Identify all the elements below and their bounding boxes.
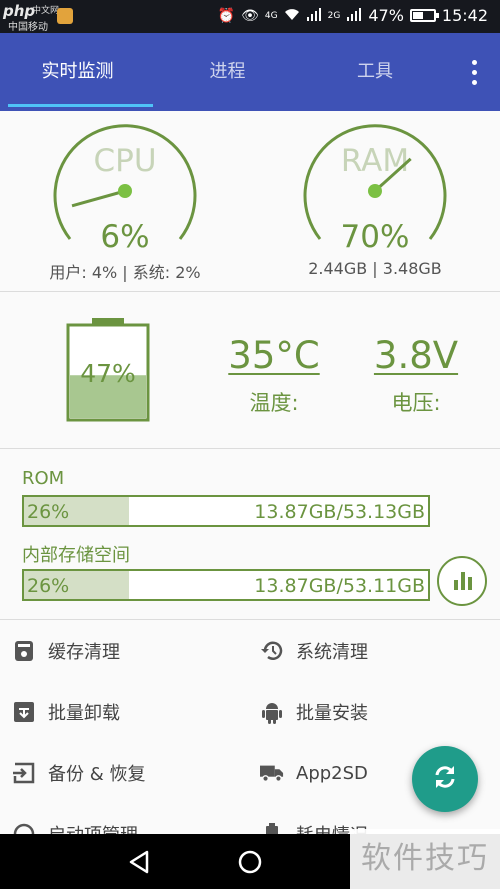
uninstall-icon: [12, 700, 36, 724]
home-icon[interactable]: [238, 850, 262, 878]
truck-icon: [260, 761, 284, 785]
internal-storage-size: 13.87GB/53.11GB: [254, 575, 425, 597]
battery-icon: [409, 9, 439, 22]
notification-app-icon: [57, 8, 73, 24]
backup-icon: [12, 761, 36, 785]
voltage-value: 3.8V: [373, 334, 459, 377]
php-logo-small: 中文网: [32, 6, 60, 16]
cpu-needle: [71, 189, 126, 208]
rom-usage-size: 13.87GB/53.13GB: [254, 501, 425, 523]
trash-icon: [12, 639, 36, 663]
cpu-needle-hub: [118, 184, 132, 198]
tool-backup-restore[interactable]: 备份 & 恢复: [12, 753, 145, 793]
cpu-usage-detail: 用户: 4% | 系统: 2%: [49, 263, 201, 282]
storage-section: ROM 26% 13.87GB/53.13GB 内部存储空间 26% 13.87…: [0, 449, 500, 619]
tool-label: 系统清理: [296, 642, 368, 663]
history-icon: [260, 639, 284, 663]
ram-needle-hub: [368, 184, 382, 198]
gauges-section: CPU RAM 6% 用户: 4% | 系统: 2% 70% 2.44GB | …: [0, 111, 500, 291]
bar-chart-icon[interactable]: [437, 556, 487, 606]
network-2g-icon: 2G: [327, 10, 341, 21]
tool-batch-install[interactable]: 批量安装: [260, 692, 368, 732]
back-icon[interactable]: [128, 850, 150, 878]
internal-storage-title: 内部存储空间: [22, 545, 130, 566]
tab-indicator: [8, 104, 153, 107]
overflow-menu-icon[interactable]: [466, 60, 482, 86]
temperature-label: 温度:: [249, 391, 299, 415]
clock-time: 15:42: [441, 6, 488, 25]
carrier-name: 中国移动: [8, 22, 48, 33]
network-4g-icon: 4G: [264, 10, 278, 21]
watermark-text: 软件技巧: [350, 829, 500, 889]
ram-gauge-title: RAM: [341, 143, 409, 179]
internal-storage-bar: 26% 13.87GB/53.11GB: [22, 569, 430, 601]
tool-label: 备份 & 恢复: [48, 764, 146, 785]
signal-icon: [306, 7, 322, 25]
eye-icon: 👁: [241, 7, 259, 24]
tool-label: 批量安装: [296, 703, 368, 724]
tool-system-clean[interactable]: 系统清理: [260, 631, 368, 671]
android-icon: [260, 700, 284, 724]
ram-usage-value: 70%: [340, 219, 410, 255]
rom-usage-bar: 26% 13.87GB/53.13GB: [22, 495, 430, 527]
tool-app2sd[interactable]: App2SD: [260, 753, 368, 793]
tool-batch-uninstall[interactable]: 批量卸载: [12, 692, 120, 732]
tool-label: 缓存清理: [48, 642, 120, 663]
cpu-usage-value: 6%: [100, 219, 150, 255]
alarm-icon: ⏰: [217, 7, 236, 24]
tool-label: App2SD: [296, 762, 368, 784]
tool-cache-clean[interactable]: 缓存清理: [12, 631, 120, 671]
battery-level-value: 47%: [80, 359, 136, 388]
voltage-label: 电压:: [391, 391, 441, 415]
tool-label: 批量卸载: [48, 703, 120, 724]
tab-realtime-monitor[interactable]: 实时监测: [0, 33, 155, 111]
wifi-icon: [284, 7, 300, 25]
tab-processes[interactable]: 进程: [155, 33, 300, 111]
battery-section: 47% 35°C 温度: 3.8V 电压:: [0, 292, 500, 448]
cpu-gauge-title: CPU: [93, 143, 156, 179]
rom-usage-percent: 26%: [27, 501, 70, 523]
status-bar: php 中文网 中国移动 ⏰ 👁 4G 2G 47% 15:42: [0, 0, 500, 33]
ram-usage-detail: 2.44GB | 3.48GB: [308, 259, 442, 278]
refresh-icon: [432, 764, 458, 794]
rom-title: ROM: [22, 468, 65, 489]
tab-tools[interactable]: 工具: [300, 33, 450, 111]
internal-storage-percent: 26%: [27, 575, 70, 597]
battery-percent: 47%: [368, 6, 404, 25]
temperature-value: 35°C: [228, 334, 320, 377]
app-bar: 实时监测 进程 工具: [0, 33, 500, 111]
signal-2-icon: [346, 7, 362, 25]
refresh-button[interactable]: [412, 746, 478, 812]
